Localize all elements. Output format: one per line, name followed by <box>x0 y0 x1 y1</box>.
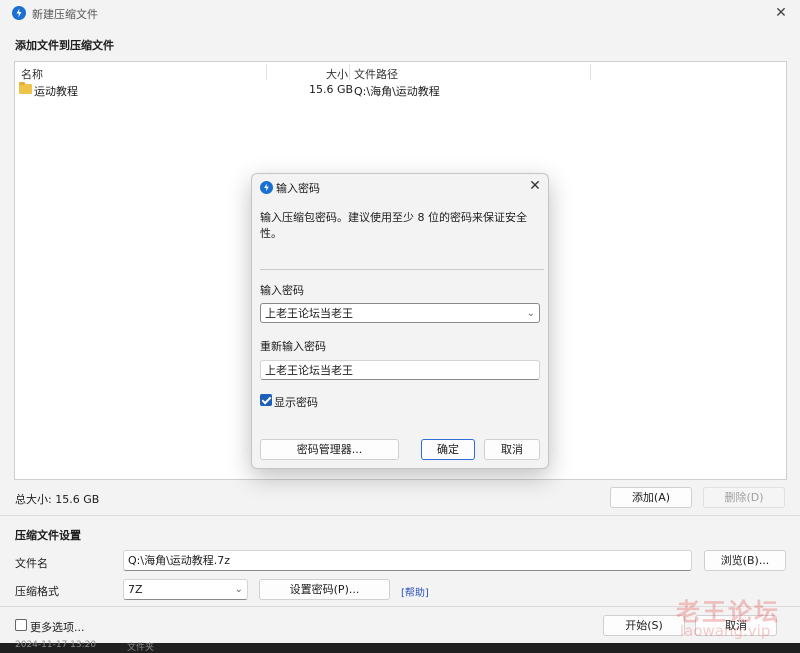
column-separator[interactable] <box>590 64 591 80</box>
chevron-down-icon[interactable]: ⌄ <box>527 307 535 321</box>
filename-input[interactable]: Q:\海角\运动教程.7z <box>123 550 692 571</box>
more-options-label[interactable]: 更多选项... <box>30 619 85 635</box>
divider <box>260 269 544 270</box>
row-size: 15.6 GB <box>309 83 354 96</box>
chevron-down-icon: ⌄ <box>234 584 243 595</box>
column-header-name[interactable]: 名称 <box>21 66 43 82</box>
add-button[interactable]: 添加(A) <box>610 487 692 508</box>
password-label: 输入密码 <box>260 284 304 297</box>
background-type: 文件夹 <box>127 643 155 653</box>
settings-section-title: 压缩文件设置 <box>15 529 81 542</box>
more-options-checkbox[interactable] <box>15 619 27 631</box>
filename-label: 文件名 <box>15 557 48 570</box>
password-value: 上老王论坛当老王 <box>265 307 353 320</box>
row-path: Q:\海角\运动教程 <box>354 85 440 98</box>
column-separator[interactable] <box>266 64 267 80</box>
total-size: 总大小: 15.6 GB <box>15 493 100 506</box>
watermark-url: laowang.vip <box>680 622 771 640</box>
set-password-button[interactable]: 设置密码(P)... <box>259 579 390 600</box>
format-select-value: 7Z <box>128 583 143 596</box>
start-button[interactable]: 开始(S) <box>603 615 685 636</box>
title-bar: 新建压缩文件 ✕ <box>0 0 800 26</box>
column-separator[interactable] <box>349 64 350 80</box>
column-header-path[interactable]: 文件路径 <box>354 66 398 82</box>
row-name: 运动教程 <box>34 85 78 98</box>
files-section-title: 添加文件到压缩文件 <box>15 39 114 52</box>
dialog-close-icon[interactable]: ✕ <box>526 177 544 195</box>
password-dialog: 输入密码 ✕ 输入压缩包密码。建议使用至少 8 位的密码来保证安全性。 输入密码… <box>251 173 549 469</box>
app-logo-icon <box>260 181 273 194</box>
password-manager-button[interactable]: 密码管理器... <box>260 439 399 460</box>
help-link[interactable]: [帮助] <box>401 584 429 599</box>
ok-button[interactable]: 确定 <box>421 439 475 460</box>
delete-button[interactable]: 删除(D) <box>703 487 785 508</box>
dialog-title: 输入密码 <box>276 182 320 195</box>
background-strip <box>0 643 800 649</box>
folder-icon <box>19 82 32 94</box>
window-close-icon[interactable]: ✕ <box>770 3 792 23</box>
dialog-cancel-button[interactable]: 取消 <box>484 439 540 460</box>
browse-button[interactable]: 浏览(B)... <box>704 550 786 571</box>
show-password-label[interactable]: 显示密码 <box>274 394 318 410</box>
column-header-size[interactable]: 大小 <box>326 66 348 82</box>
window-title: 新建压缩文件 <box>32 8 98 21</box>
format-select[interactable]: 7Z ⌄ <box>123 579 248 600</box>
show-password-checkbox[interactable] <box>260 394 272 406</box>
confirm-password-label: 重新输入密码 <box>260 340 326 353</box>
confirm-password-input[interactable]: 上老王论坛当老王 <box>260 360 540 380</box>
format-label: 压缩格式 <box>15 585 59 598</box>
password-input[interactable]: 上老王论坛当老王 ⌄ <box>260 303 540 323</box>
divider <box>0 515 800 516</box>
dialog-hint: 输入压缩包密码。建议使用至少 8 位的密码来保证安全性。 <box>260 211 527 240</box>
app-logo-icon <box>12 6 26 20</box>
